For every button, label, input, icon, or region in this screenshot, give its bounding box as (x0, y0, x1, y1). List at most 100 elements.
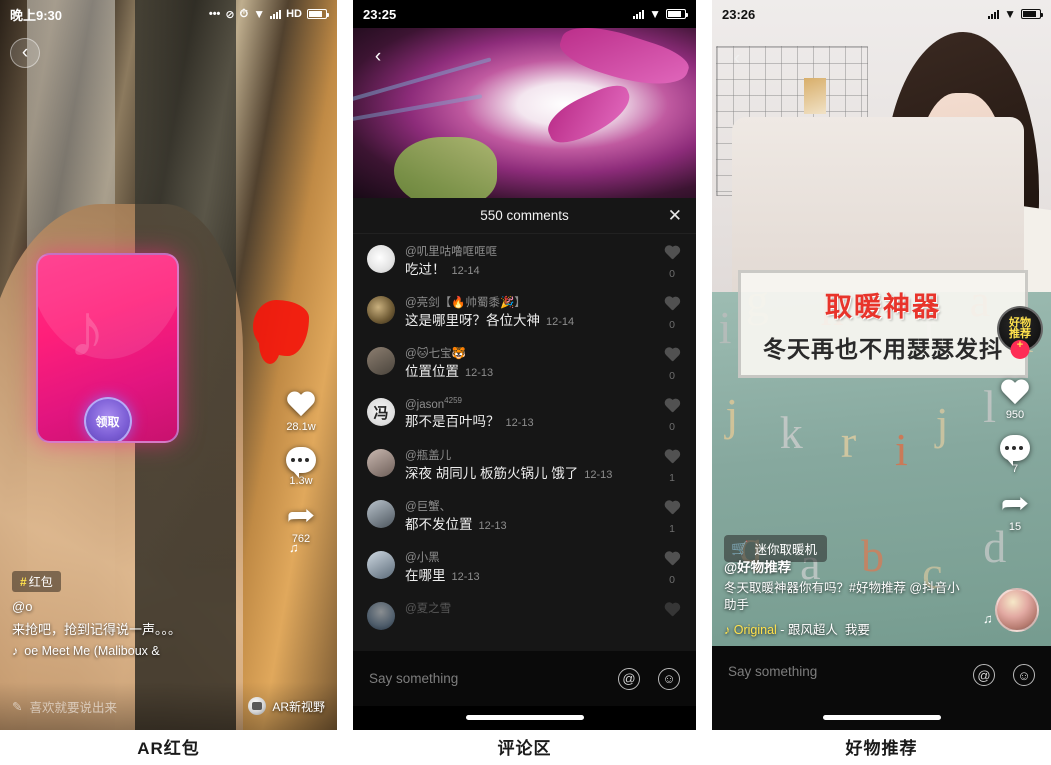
three-phone-board: 晚上9:30 ••• ⊘ ⏱ ▼ HD ‹ ♪ 领取 28.1w 1.3w ➦ … (0, 0, 1051, 765)
comment-username[interactable]: @叽里咕噜哐哐哐 (405, 243, 648, 259)
comment-date: 12-13 (505, 416, 534, 429)
battery-icon (1021, 9, 1043, 19)
comment-username[interactable]: @jason4259 (405, 396, 648, 411)
comment-username[interactable]: @亮剑【🔥帅蜀黍🎉】 (405, 294, 648, 310)
like-button-1[interactable]: 28.1w (273, 392, 329, 433)
action-rail-3: 950 7 ➦ 15 (987, 380, 1043, 547)
close-icon[interactable]: ✕ (668, 207, 682, 224)
music-title-1: oe Meet Me (Maliboux & (24, 644, 160, 658)
say-bar-icons: @ ☺ (618, 667, 680, 690)
video-caption-1: # 红包 @o 来抢吧，抢到记得说一声。。。 ♪ oe Meet Me (Malib… (12, 571, 181, 658)
emoji-icon[interactable]: ☺ (658, 667, 680, 690)
comment-row[interactable]: @叽里咕噜哐哐哐 吃过！ 12-14 0 (353, 236, 696, 287)
status-icons: ••• ⊘ ⏱ ▼ HD (209, 8, 329, 21)
mute-icon: ⊘ (225, 8, 235, 21)
avatar[interactable] (367, 500, 395, 528)
like-count-1: 28.1w (286, 421, 316, 433)
comment-text: 都不发位置 (405, 517, 473, 532)
emoji-icon[interactable]: ☺ (1013, 664, 1035, 686)
comment-like-button[interactable]: 0 (658, 243, 686, 280)
comment-username-text: @jason (405, 398, 445, 411)
back-button-1[interactable]: ‹ (10, 38, 40, 68)
comment-username[interactable]: @小黑 (405, 549, 648, 565)
author-handle-1[interactable]: @o (12, 599, 181, 614)
comment-username[interactable]: @巨蟹、 (405, 498, 648, 514)
comment-placeholder-1: 喜欢就要说出来 (29, 700, 117, 715)
comment-button-3[interactable]: 7 (987, 435, 1043, 475)
comment-row[interactable]: @亮剑【🔥帅蜀黍🎉】 这是哪里呀？各位大神 12-14 0 (353, 287, 696, 338)
share-button-1[interactable]: ➦ 762 (273, 501, 329, 546)
avatar[interactable] (367, 347, 395, 375)
comment-like-button[interactable]: 1 (658, 447, 686, 484)
comment-row[interactable]: 冯 @jason4259 那不是百叶吗？ 12-13 0 (353, 389, 696, 440)
video-preview-2[interactable]: ‹ (353, 28, 696, 198)
follow-plus-button[interactable]: + (1010, 339, 1030, 359)
hashtag-pill[interactable]: # 红包 (12, 571, 61, 592)
comment-row[interactable]: @瓶盖儿 深夜 胡同儿 板筋火锅儿 饿了 12-13 1 (353, 440, 696, 491)
comment-row[interactable]: @🐱七宝🐯 位置位置 12-13 0 (353, 338, 696, 389)
avatar[interactable] (367, 602, 395, 630)
heart-icon (664, 246, 681, 261)
tiktok-music-icon: ♪ (12, 644, 19, 658)
comment-row[interactable]: @小黑 在哪里 12-13 0 (353, 542, 696, 593)
comment-list[interactable]: @叽里咕噜哐哐哐 吃过！12-14 0 @亮剑【🔥帅蜀黍🎉】 这是哪里呀？各位 (353, 234, 696, 650)
avatar[interactable] (367, 449, 395, 477)
back-button-3[interactable]: ‹ (722, 44, 752, 74)
comment-username[interactable]: @瓶盖儿 (405, 447, 648, 463)
avatar[interactable] (367, 296, 395, 324)
music-credit-1[interactable]: ♪ oe Meet Me (Maliboux & (12, 644, 181, 658)
heart-icon (664, 501, 681, 516)
comment-username[interactable]: @🐱七宝🐯 (405, 345, 648, 361)
say-something-bar-2[interactable]: Say something @ ☺ (353, 650, 696, 706)
at-icon[interactable]: @ (973, 664, 995, 686)
comment-like-button[interactable] (658, 600, 686, 625)
music-credit-3[interactable]: ♪ Original - 跟风超人 我要 (724, 619, 970, 638)
comment-like-count: 0 (669, 574, 675, 586)
comment-like-button[interactable]: 1 (658, 498, 686, 535)
shopping-cart-icon: 🛒 (731, 540, 749, 556)
ar-entry-button[interactable]: AR新视野 (248, 697, 325, 715)
comment-like-button[interactable]: 0 (658, 549, 686, 586)
status-time-3: 23:26 (722, 6, 756, 22)
comment-like-button[interactable]: 0 (658, 294, 686, 331)
hashtag-label: 红包 (28, 575, 53, 589)
phone-screen-2: 23:25 ▼ ‹ 550 comments ✕ @叽里咕噜哐哐哐 吃过！ 12… (353, 0, 696, 730)
recommendation-badge[interactable]: 好物 推荐 + (997, 306, 1043, 359)
avatar[interactable] (367, 245, 395, 273)
comment-like-count: 1 (669, 472, 675, 484)
bottom-bar-1: ✎ 喜欢就要说出来 AR新视野 (0, 682, 337, 730)
status-time: 晚上9:30 (10, 7, 63, 23)
like-button-3[interactable]: 950 (987, 380, 1043, 421)
ar-red-packet[interactable]: ♪ 领取 (36, 253, 179, 443)
comment-date: 12-14 (546, 316, 575, 328)
share-button-3[interactable]: ➦ 15 (987, 489, 1043, 534)
comment-username[interactable]: @夏之雪 (405, 600, 648, 616)
comment-like-count: 0 (669, 370, 675, 382)
author-handle-3[interactable]: @好物推荐 (724, 556, 970, 576)
comment-row[interactable]: @巨蟹、 都不发位置 12-13 1 (353, 491, 696, 542)
home-indicator-3 (822, 715, 941, 720)
comment-bubble-icon (286, 447, 316, 478)
comment-row[interactable]: @夏之雪 (353, 593, 696, 637)
comment-text: 那不是百叶吗？ (405, 413, 500, 429)
comment-date: 12-13 (478, 520, 507, 532)
pencil-icon: ✎ (12, 699, 23, 714)
music-disc-icon-3[interactable]: ♫ (983, 588, 1039, 632)
status-bar-1: 晚上9:30 ••• ⊘ ⏱ ▼ HD (0, 0, 337, 28)
avatar[interactable]: 冯 (367, 398, 395, 426)
comment-like-button[interactable]: 0 (658, 396, 686, 433)
avatar[interactable] (367, 551, 395, 579)
phone-screen-3: i g h e f a d j k r i j l q a (712, 0, 1051, 730)
back-button-2[interactable]: ‹ (363, 42, 393, 72)
heart-icon (286, 392, 316, 419)
heart-icon (664, 399, 681, 414)
comment-text: 这是哪里呀？各位大神 (405, 313, 540, 328)
status-bar-2: 23:25 ▼ (353, 0, 696, 28)
at-icon[interactable]: @ (618, 667, 640, 690)
heart-icon (664, 450, 681, 465)
comment-button-1[interactable]: 1.3w (273, 447, 329, 487)
claim-button[interactable]: 领取 (83, 397, 132, 441)
comment-date: 12-13 (465, 367, 494, 379)
comment-input-1[interactable]: ✎ 喜欢就要说出来 (12, 697, 117, 716)
comment-like-button[interactable]: 0 (658, 345, 686, 382)
